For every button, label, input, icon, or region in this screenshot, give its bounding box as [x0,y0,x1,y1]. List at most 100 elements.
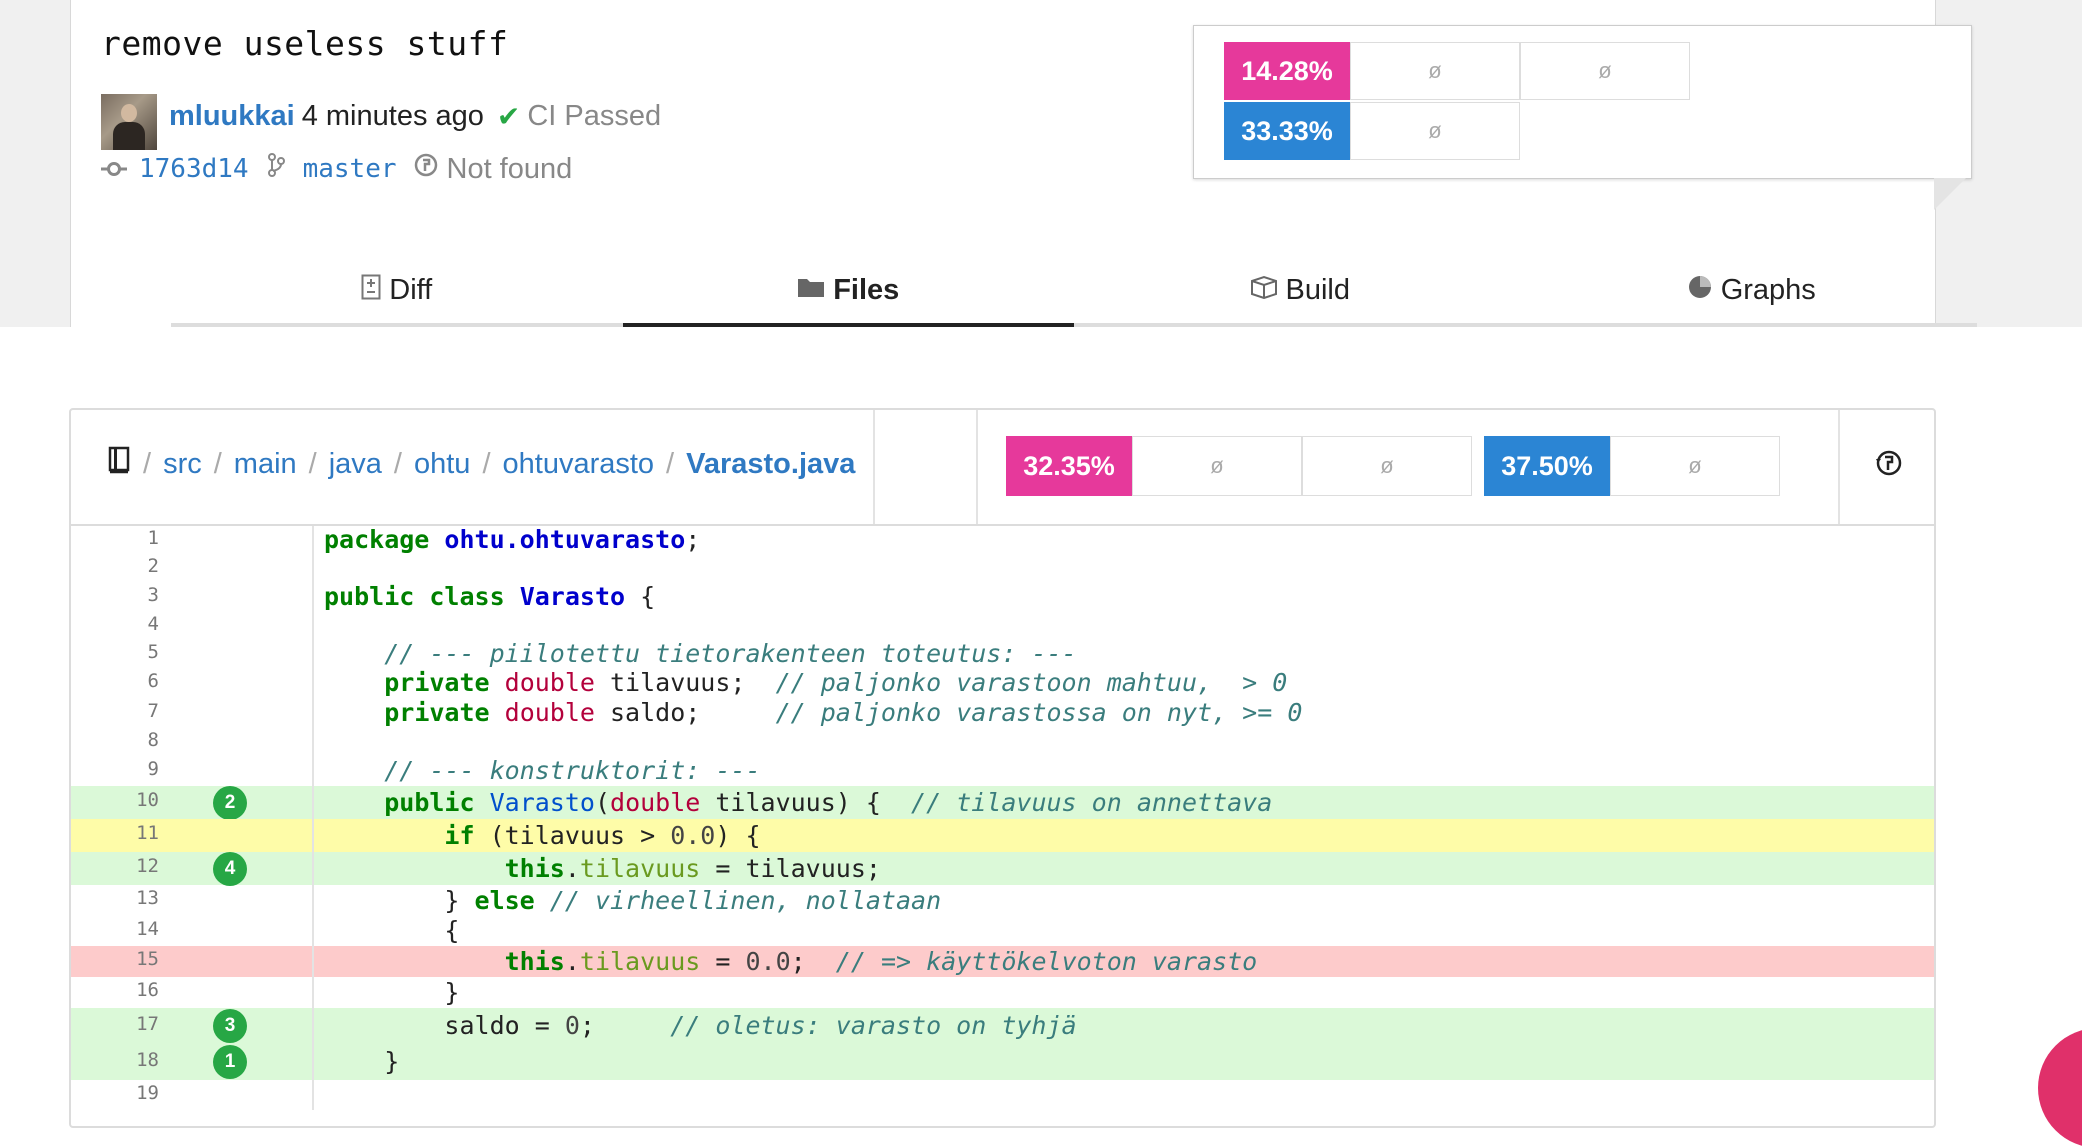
code-token: = [700,947,746,976]
line-number[interactable]: 1 [71,526,159,554]
code-line[interactable]: 11 if (tilavuus > 0.0) { [71,819,1934,852]
line-number[interactable]: 8 [71,728,159,756]
code-line[interactable]: 10 2 public Varasto(double tilavuus) { //… [71,785,1934,820]
pie-chart-icon [1687,274,1713,307]
hit-count-badge: 2 [213,785,247,820]
floating-action-button[interactable] [2038,1028,2082,1148]
line-number[interactable]: 16 [71,977,159,1008]
line-number[interactable]: 15 [71,946,159,977]
tab-graphs[interactable]: Graphs [1526,258,1978,323]
commit-time: 4 minutes ago [301,100,484,132]
line-number[interactable]: 6 [71,668,159,698]
breadcrumb-separator: / [666,447,675,480]
file-header: / src / main / java / ohtu / ohtuvarasto… [71,410,1934,526]
breadcrumb-separator: / [143,447,152,480]
coverage-empty-cell: ø [1520,42,1690,100]
code-line[interactable]: 3 public class Varasto { [71,582,1934,612]
divider [1838,410,1840,524]
tab-build-label: Build [1285,274,1351,306]
line-number[interactable]: 18 [71,1044,159,1080]
code-line[interactable]: 8 [71,728,1934,756]
code-token: Varasto [519,582,626,611]
avatar[interactable] [101,94,157,150]
tab-build[interactable]: Build [1074,258,1526,323]
commit-title: remove useless stuff [101,24,509,63]
hits-gutter [159,640,314,668]
code-token: package [324,525,430,554]
box-icon [1250,275,1278,306]
commit-icon [101,153,131,186]
code-token: // oletus: varasto on tyhjä [670,1011,1077,1040]
code-token: tilavuus) { [700,788,912,817]
code-token: else [474,886,535,915]
tab-files[interactable]: Files [622,258,1074,327]
code-line[interactable]: 7 private double saldo; // paljonko vara… [71,698,1934,728]
file-coverage-blue: 37.50% ø [1484,436,1780,496]
coverage-badge[interactable]: 37.50% [1484,436,1610,496]
code-line[interactable]: 16 } [71,977,1934,1008]
hits-gutter [159,582,314,612]
breadcrumb-ohtu[interactable]: ohtu [414,448,470,481]
code-token: ( [594,788,611,817]
code-token: } [324,1047,400,1076]
hit-count-badge: 1 [213,1045,247,1079]
code-line[interactable]: 13 } else // virheellinen, nollataan [71,885,1934,916]
code-line[interactable]: 12 4 this.tilavuus = tilavuus; [71,851,1934,886]
divider [873,410,875,524]
hits-gutter [159,1080,314,1110]
repo-book-icon[interactable] [107,446,131,482]
breadcrumb-file[interactable]: Varasto.java [686,448,855,481]
breadcrumb-src[interactable]: src [163,448,202,481]
coverage-empty-cell: ø [1350,102,1520,160]
line-number[interactable]: 12 [71,852,159,885]
coverage-badge[interactable]: 32.35% [1006,436,1132,496]
code-line[interactable]: 15 this.tilavuus = 0.0; // => käyttökelv… [71,946,1934,977]
hits-gutter [159,756,314,786]
code-line[interactable]: 19 [71,1080,1934,1110]
author-link[interactable]: mluukkai [169,100,295,133]
hits-gutter: 3 [159,1008,314,1044]
branch-name[interactable]: master [303,154,397,184]
code-token: double [504,698,595,727]
code-line[interactable]: 9 // --- konstruktorit: --- [71,756,1934,786]
code-text: } [314,977,459,1008]
line-number[interactable]: 13 [71,885,159,916]
line-number[interactable]: 11 [71,819,159,852]
line-number[interactable]: 4 [71,612,159,640]
tab-diff[interactable]: Diff [171,258,623,323]
coverage-badge[interactable]: 33.33% [1224,102,1350,160]
code-line[interactable]: 4 [71,612,1934,640]
code-line[interactable]: 18 1 } [71,1044,1934,1080]
line-number[interactable]: 9 [71,756,159,786]
coverage-badge[interactable]: 14.28% [1224,42,1350,100]
line-number[interactable]: 10 [71,786,159,819]
line-number[interactable]: 17 [71,1008,159,1044]
breadcrumb-main[interactable]: main [234,448,297,481]
code-line[interactable]: 17 3 saldo = 0; // oletus: varasto on tyh… [71,1008,1934,1044]
hits-gutter [159,946,314,977]
commit-sha[interactable]: 1763d14 [139,154,249,184]
history-icon[interactable] [1874,448,1904,485]
code-token: . [564,947,580,976]
line-number[interactable]: 2 [71,554,159,582]
code-line[interactable]: 6 private double tilavuus; // paljonko v… [71,668,1934,698]
line-number[interactable]: 7 [71,698,159,728]
code-line[interactable]: 14 { [71,916,1934,946]
code-token: // --- piilotettu tietorakenteen toteutu… [384,639,1077,668]
code-line[interactable]: 5 // --- piilotettu tietorakenteen toteu… [71,640,1934,668]
breadcrumb-ohtuvarasto[interactable]: ohtuvarasto [503,448,655,481]
line-number[interactable]: 5 [71,640,159,668]
ci-status[interactable]: CI Passed [527,100,661,133]
hits-gutter [159,885,314,916]
code-token: public [384,788,475,817]
breadcrumb-java[interactable]: java [329,448,382,481]
line-number[interactable]: 3 [71,582,159,612]
code-line[interactable]: 2 [71,554,1934,582]
hits-gutter [159,977,314,1008]
line-number[interactable]: 14 [71,916,159,946]
code-line[interactable]: 1 package ohtu.ohtuvarasto; [71,526,1934,554]
line-number[interactable]: 19 [71,1080,159,1110]
